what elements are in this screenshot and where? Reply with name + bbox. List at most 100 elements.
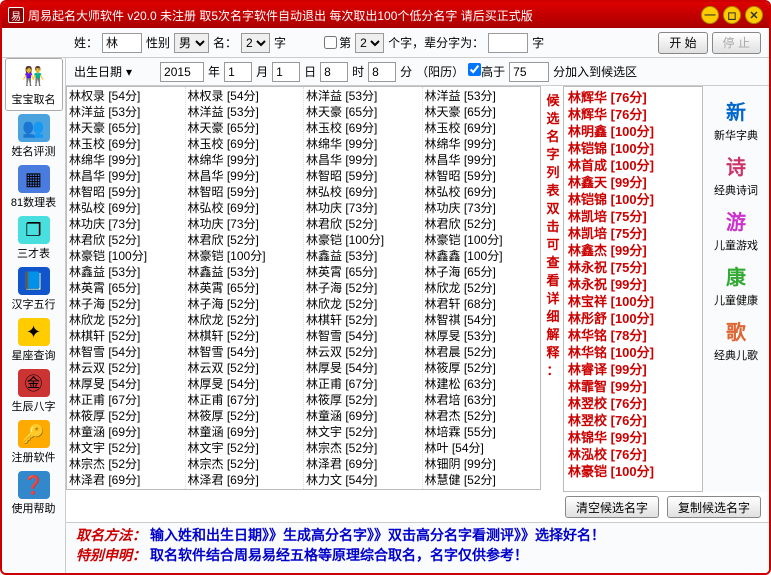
candidate-item[interactable]: 林彤舒 [100分] (568, 310, 698, 327)
candidate-item[interactable]: 林明鑫 [100分] (568, 123, 698, 140)
name-result-item[interactable]: 林欣龙 [52分] (425, 280, 539, 296)
name-result-item[interactable]: 林童涵 [69分] (306, 408, 420, 424)
name-result-item[interactable]: 林文宇 [52分] (306, 424, 420, 440)
candidate-item[interactable]: 林凯培 [75分] (568, 225, 698, 242)
name-result-item[interactable]: 林棋轩 [52分] (69, 328, 183, 344)
name-result-item[interactable]: 林欣龙 [52分] (188, 312, 302, 328)
candidate-item[interactable]: 林宝祥 [100分] (568, 293, 698, 310)
name-result-item[interactable]: 林厚旻 [54分] (188, 376, 302, 392)
candidate-item[interactable]: 林辉华 [76分] (568, 89, 698, 106)
name-result-item[interactable]: 林绵华 [99分] (69, 152, 183, 168)
name-result-item[interactable]: 林文宇 [52分] (69, 440, 183, 456)
day-input[interactable] (272, 62, 300, 82)
name-result-item[interactable]: 林厚旻 [54分] (69, 376, 183, 392)
name-result-item[interactable]: 林子海 [52分] (306, 280, 420, 296)
name-result-item[interactable]: 林君培 [63分] (425, 392, 539, 408)
gaoyu-checkbox-label[interactable]: 高于 (468, 63, 505, 80)
name-length-select[interactable]: 2 (241, 33, 270, 53)
sidebar-item-xingming-pingce[interactable]: 👥姓名评测 (5, 111, 63, 162)
name-result-item[interactable]: 林昌华 [99分] (188, 168, 302, 184)
hour-input[interactable] (320, 62, 348, 82)
name-result-item[interactable]: 林君晨 [52分] (425, 344, 539, 360)
di-checkbox[interactable] (324, 36, 337, 49)
candidate-item[interactable]: 林锦华 [99分] (568, 429, 698, 446)
surname-input[interactable] (102, 33, 142, 53)
name-result-item[interactable]: 林智昭 [59分] (188, 184, 302, 200)
name-result-item[interactable]: 林子海 [52分] (188, 296, 302, 312)
name-result-item[interactable]: 林功庆 [73分] (425, 200, 539, 216)
name-result-item[interactable]: 林慧健 [52分] (425, 472, 539, 488)
name-result-item[interactable]: 林正甫 [67分] (188, 392, 302, 408)
name-result-item[interactable]: 林正甫 [67分] (306, 376, 420, 392)
name-result-item[interactable]: 林智昭 [59分] (306, 168, 420, 184)
name-result-item[interactable]: 林云双 [52分] (188, 360, 302, 376)
candidate-item[interactable]: 林霏智 [99分] (568, 378, 698, 395)
sidebar-item-shuli-table[interactable]: ▦81数理表 (5, 162, 63, 213)
name-result-item[interactable]: 林棋轩 [52分] (306, 312, 420, 328)
candidate-item[interactable]: 林鑫杰 [99分] (568, 242, 698, 259)
name-result-item[interactable]: 林欣龙 [52分] (306, 296, 420, 312)
name-result-item[interactable]: 林君欣 [52分] (306, 216, 420, 232)
candidate-item[interactable]: 林华铭 [78分] (568, 327, 698, 344)
name-result-item[interactable]: 林筱厚 [52分] (425, 360, 539, 376)
sidebar-item-register[interactable]: 🔑注册软件 (5, 417, 63, 468)
name-result-item[interactable]: 林文宇 [52分] (188, 440, 302, 456)
name-result-item[interactable]: 林功庆 [73分] (306, 200, 420, 216)
name-result-item[interactable]: 林洋益 [53分] (306, 88, 420, 104)
di-checkbox-label[interactable]: 第 (324, 34, 351, 51)
beifen-input[interactable] (488, 33, 528, 53)
name-result-item[interactable]: 林筱厚 [52分] (188, 408, 302, 424)
tool-health[interactable]: 康儿童健康 (707, 257, 765, 310)
name-result-item[interactable]: 林玉校 [69分] (69, 136, 183, 152)
name-result-item[interactable]: 林智雪 [54分] (69, 344, 183, 360)
name-result-item[interactable]: 林筱厚 [52分] (69, 408, 183, 424)
name-result-item[interactable]: 林子海 [52分] (69, 296, 183, 312)
candidate-item[interactable]: 林永祝 [99分] (568, 276, 698, 293)
candidate-item[interactable]: 林豪铠 [100分] (568, 463, 698, 480)
name-result-item[interactable]: 林天豪 [65分] (69, 120, 183, 136)
name-result-item[interactable]: 林绵华 [99分] (425, 136, 539, 152)
name-result-item[interactable]: 林力文 [54分] (69, 488, 183, 489)
name-result-item[interactable]: 林昌华 [99分] (306, 152, 420, 168)
name-result-item[interactable]: 林豪铠 [100分] (425, 232, 539, 248)
close-button[interactable]: ✕ (745, 6, 763, 24)
name-result-item[interactable]: 林洋益 [53分] (69, 104, 183, 120)
name-result-item[interactable]: 林云双 [52分] (69, 360, 183, 376)
name-result-item[interactable]: 林弘校 [69分] (188, 200, 302, 216)
name-column[interactable]: 林权录 [54分]林洋益 [53分]林天豪 [65分]林玉校 [69分]林绵华 … (186, 87, 305, 489)
name-result-item[interactable]: 林力文 [54分] (188, 488, 302, 489)
name-result-item[interactable]: 林英霄 [65分] (188, 280, 302, 296)
name-result-item[interactable]: 林绵华 [99分] (188, 152, 302, 168)
candidate-item[interactable]: 林铠锦 [100分] (568, 140, 698, 157)
name-result-item[interactable]: 林正甫 [67分] (69, 392, 183, 408)
di-select[interactable]: 2 (355, 33, 384, 53)
name-result-item[interactable]: 林钿嵘 [99分] (306, 488, 420, 489)
name-result-item[interactable]: 林鑫鑫 [100分] (425, 248, 539, 264)
name-result-item[interactable]: 林豪铠 [100分] (306, 232, 420, 248)
name-result-item[interactable]: 林鑫益 [53分] (306, 248, 420, 264)
name-result-item[interactable]: 林天豪 [65分] (425, 104, 539, 120)
year-input[interactable] (160, 62, 204, 82)
name-result-item[interactable]: 林天豪 [65分] (188, 120, 302, 136)
name-result-item[interactable]: 林豪铠 [100分] (188, 248, 302, 264)
candidate-item[interactable]: 林翌校 [76分] (568, 412, 698, 429)
name-result-item[interactable]: 林英霄 [65分] (69, 280, 183, 296)
name-result-item[interactable]: 林棋轩 [52分] (188, 328, 302, 344)
name-result-item[interactable]: 林钿阴 [99分] (425, 456, 539, 472)
name-result-item[interactable]: 林哨晖 [61分] (425, 488, 539, 489)
name-result-item[interactable]: 林绵华 [99分] (306, 136, 420, 152)
tool-poetry[interactable]: 诗经典诗词 (707, 147, 765, 200)
candidate-item[interactable]: 林泓校 [76分] (568, 446, 698, 463)
name-result-item[interactable]: 林智昭 [59分] (69, 184, 183, 200)
name-result-item[interactable]: 林功庆 [73分] (188, 216, 302, 232)
name-result-item[interactable]: 林权录 [54分] (188, 88, 302, 104)
tool-xinhua-dict[interactable]: 新新华字典 (707, 92, 765, 145)
name-result-item[interactable]: 林玉校 [69分] (425, 120, 539, 136)
name-result-item[interactable]: 林泽君 [69分] (69, 472, 183, 488)
name-result-item[interactable]: 林鑫益 [53分] (188, 264, 302, 280)
name-result-item[interactable]: 林昌华 [99分] (425, 152, 539, 168)
sidebar-item-xingzuo[interactable]: ✦星座查询 (5, 315, 63, 366)
name-result-item[interactable]: 林英霄 [65分] (306, 264, 420, 280)
candidate-item[interactable]: 林睿译 [99分] (568, 361, 698, 378)
name-result-item[interactable]: 林智昭 [59分] (425, 168, 539, 184)
